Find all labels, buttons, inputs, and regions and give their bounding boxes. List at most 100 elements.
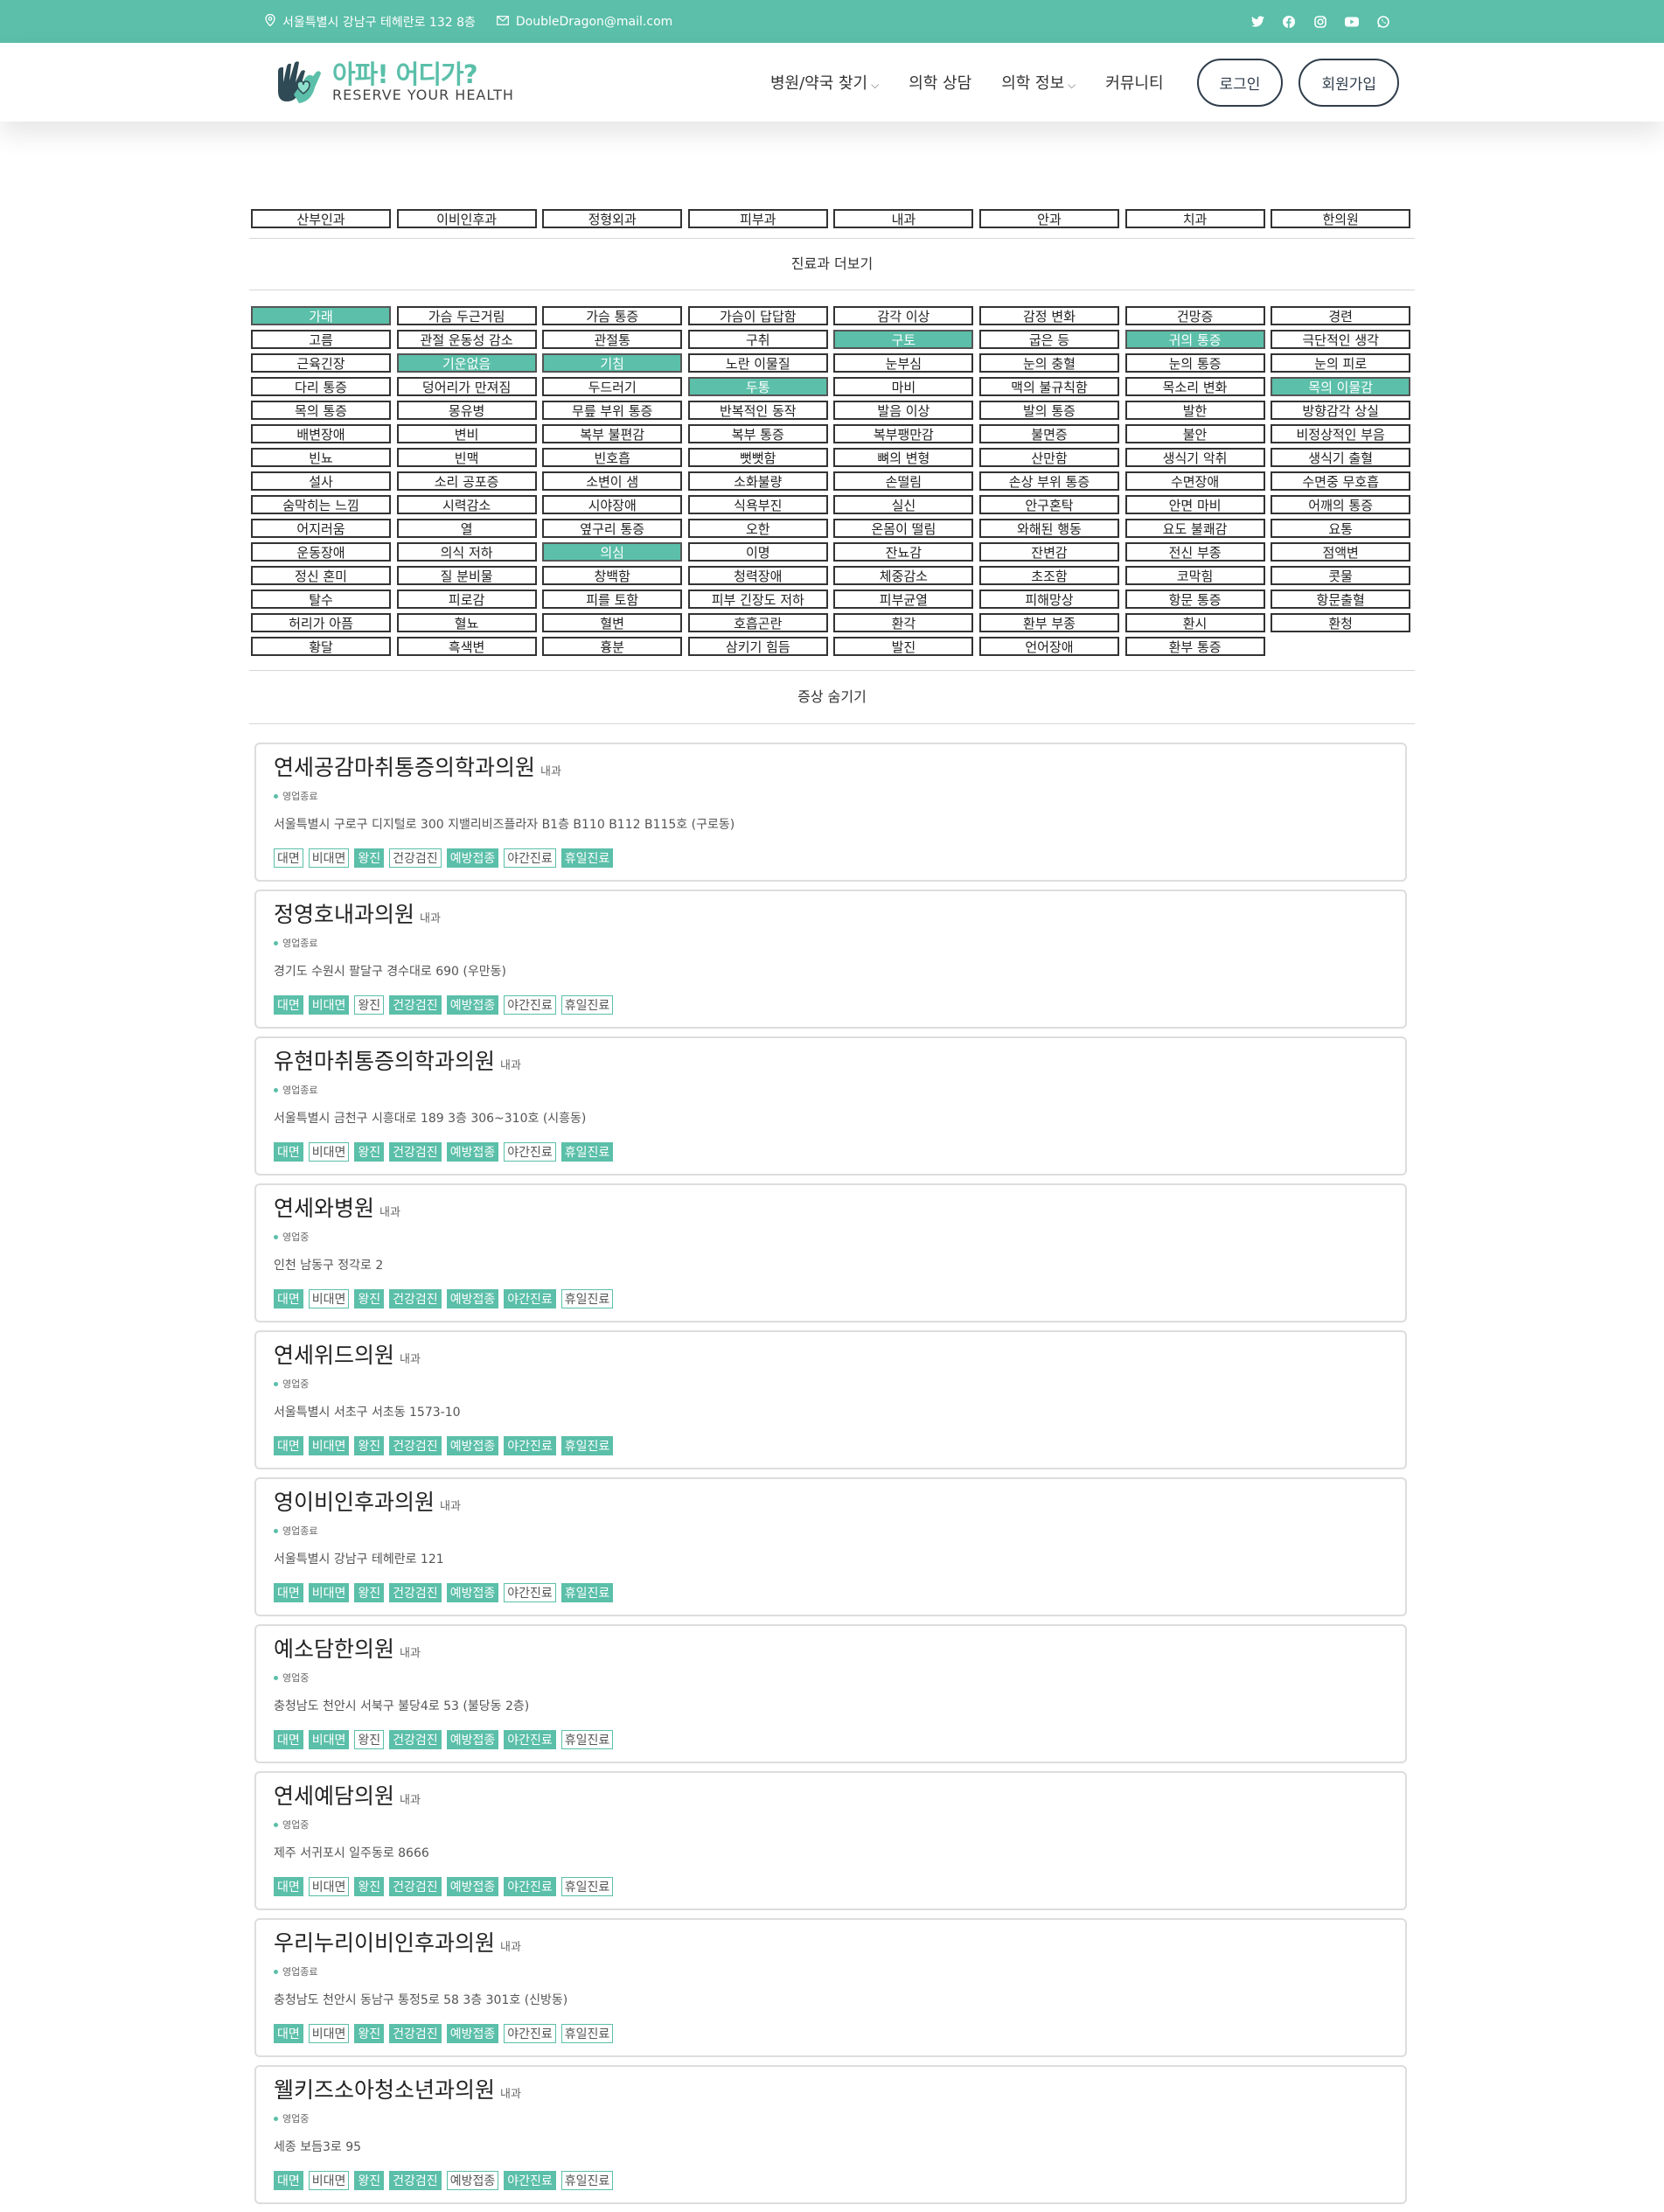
nav-medical-info[interactable]: 의학 정보 ⌵ bbox=[1001, 71, 1076, 94]
hospital-card[interactable]: 우리누리이비인후과의원 내과 영업종료 충청남도 천안시 동남구 통정5로 58 3층… bbox=[254, 1918, 1407, 2057]
symptom-chip[interactable]: 콧물 bbox=[1271, 566, 1411, 585]
symptom-chip[interactable]: 감정 변화 bbox=[978, 306, 1119, 325]
hospital-card[interactable]: 연세위드의원 내과 영업중 서울특별시 서초구 서초동 1573-10 대면 비대면 왕진 건… bbox=[254, 1330, 1407, 1469]
hospital-card[interactable]: 정영호내과의원 내과 영업종료 경기도 수원시 팔달구 경수대로 690 (우만동) 대… bbox=[254, 890, 1407, 1029]
symptom-chip[interactable]: 피로감 bbox=[396, 590, 537, 609]
symptom-chip[interactable]: 복부 통증 bbox=[687, 424, 828, 443]
symptom-chip[interactable]: 흑색변 bbox=[396, 637, 537, 656]
department-chip[interactable]: 산부인과 bbox=[251, 209, 391, 228]
symptom-chip[interactable]: 초조함 bbox=[978, 566, 1119, 585]
symptom-chip[interactable]: 생식기 출혈 bbox=[1271, 448, 1411, 467]
department-chip[interactable]: 내과 bbox=[833, 209, 974, 228]
symptom-chip[interactable]: 손떨림 bbox=[833, 471, 974, 491]
symptom-chip[interactable]: 운동장애 bbox=[251, 542, 391, 562]
symptom-chip[interactable]: 혈변 bbox=[542, 613, 683, 632]
symptom-chip[interactable]: 어지러움 bbox=[251, 519, 391, 538]
login-button[interactable]: 로그인 bbox=[1196, 58, 1284, 107]
symptom-chip[interactable]: 체중감소 bbox=[833, 566, 974, 585]
department-chip[interactable]: 한의원 bbox=[1271, 209, 1411, 228]
symptom-chip[interactable]: 두통 bbox=[687, 377, 828, 396]
department-chip[interactable]: 피부과 bbox=[687, 209, 828, 228]
symptom-chip[interactable]: 귀의 통증 bbox=[1124, 330, 1265, 349]
hospital-card[interactable]: 연세와병원 내과 영업중 인천 남동구 정각로 2 대면 비대면 왕진 건강검진 예방접종 야간진… bbox=[254, 1183, 1407, 1322]
hospital-name[interactable]: 예소담한의원 bbox=[274, 1636, 394, 1662]
symptom-chip[interactable]: 점액변 bbox=[1271, 542, 1411, 562]
symptom-chip[interactable]: 소리 공포증 bbox=[396, 471, 537, 491]
symptom-chip[interactable]: 마비 bbox=[833, 377, 974, 396]
nav-medical-consult[interactable]: 의학 상담 bbox=[909, 71, 971, 94]
hospital-card[interactable]: 유현마취통증의학과의원 내과 영업종료 서울특별시 금천구 시흥대로 189 3층 3… bbox=[254, 1036, 1407, 1176]
symptom-chip[interactable]: 전신 부종 bbox=[1124, 542, 1265, 562]
symptom-chip[interactable]: 숨막히는 느낌 bbox=[251, 495, 391, 514]
symptom-chip[interactable]: 질 분비물 bbox=[396, 566, 537, 585]
symptom-chip[interactable]: 잔뇨감 bbox=[833, 542, 974, 562]
symptom-chip[interactable]: 호흡곤란 bbox=[687, 613, 828, 632]
symptom-chip[interactable]: 와해된 행동 bbox=[978, 519, 1119, 538]
symptom-chip[interactable]: 소변이 샘 bbox=[542, 471, 683, 491]
hospital-card[interactable]: 연세예담의원 내과 영업중 제주 서귀포시 일주동로 8666 대면 비대면 왕진 건강검진 예… bbox=[254, 1771, 1407, 1910]
symptom-chip[interactable]: 항문출혈 bbox=[1271, 590, 1411, 609]
symptom-chip[interactable]: 눈의 피로 bbox=[1271, 353, 1411, 373]
symptom-chip[interactable]: 피해망상 bbox=[978, 590, 1119, 609]
symptom-chip[interactable]: 근육긴장 bbox=[251, 353, 391, 373]
symptom-chip[interactable]: 발한 bbox=[1124, 401, 1265, 420]
symptom-chip[interactable]: 식욕부진 bbox=[687, 495, 828, 514]
symptom-chip[interactable]: 환시 bbox=[1124, 613, 1265, 632]
hospital-name[interactable]: 정영호내과의원 bbox=[274, 902, 414, 927]
whatsapp-icon[interactable] bbox=[1376, 15, 1390, 29]
symptom-chip[interactable]: 손상 부위 통증 bbox=[978, 471, 1119, 491]
symptom-chip[interactable]: 환각 bbox=[833, 613, 974, 632]
nav-community[interactable]: 커뮤니티 bbox=[1105, 71, 1163, 94]
hospital-name[interactable]: 웰키즈소아청소년과의원 bbox=[274, 2077, 495, 2103]
symptom-chip[interactable]: 항문 통증 bbox=[1124, 590, 1265, 609]
symptom-chip[interactable]: 의식 저하 bbox=[396, 542, 537, 562]
symptom-chip[interactable]: 무릎 부위 통증 bbox=[542, 401, 683, 420]
symptom-chip[interactable]: 복부팽만감 bbox=[833, 424, 974, 443]
hospital-card[interactable]: 웰키즈소아청소년과의원 내과 영업중 세종 보듬3로 95 대면 비대면 왕진 건강검진 예방접… bbox=[254, 2065, 1407, 2204]
hospital-card[interactable]: 연세공감마취통증의학과의원 내과 영업종료 서울특별시 구로구 디지털로 300 지밸… bbox=[254, 743, 1407, 882]
symptom-chip[interactable]: 가슴 통증 bbox=[542, 306, 683, 325]
symptom-chip[interactable]: 발진 bbox=[833, 637, 974, 656]
symptom-chip[interactable]: 구취 bbox=[687, 330, 828, 349]
symptom-chip[interactable]: 감각 이상 bbox=[833, 306, 974, 325]
hospital-name[interactable]: 연세예담의원 bbox=[274, 1783, 394, 1809]
symptom-chip[interactable]: 눈부심 bbox=[833, 353, 974, 373]
hospital-name[interactable]: 연세공감마취통증의학과의원 bbox=[274, 755, 535, 780]
symptom-chip[interactable]: 빈맥 bbox=[396, 448, 537, 467]
symptom-chip[interactable]: 기운없음 bbox=[396, 353, 537, 373]
twitter-icon[interactable] bbox=[1250, 15, 1264, 29]
symptom-chip[interactable]: 삼키기 힘듬 bbox=[687, 637, 828, 656]
symptom-chip[interactable]: 옆구리 통증 bbox=[542, 519, 683, 538]
department-chip[interactable]: 치과 bbox=[1124, 209, 1265, 228]
department-chip[interactable]: 정형외과 bbox=[542, 209, 683, 228]
symptom-chip[interactable]: 시력감소 bbox=[396, 495, 537, 514]
symptom-chip[interactable]: 반복적인 동작 bbox=[687, 401, 828, 420]
symptom-chip[interactable]: 열 bbox=[396, 519, 537, 538]
symptom-chip[interactable]: 빈뇨 bbox=[251, 448, 391, 467]
hospital-card[interactable]: 영이비인후과의원 내과 영업종료 서울특별시 강남구 테헤란로 121 대면 비대면 왕진 건… bbox=[254, 1477, 1407, 1616]
hospital-name[interactable]: 영이비인후과의원 bbox=[274, 1490, 435, 1515]
symptom-chip[interactable]: 관절통 bbox=[542, 330, 683, 349]
hospital-card[interactable]: 예소담한의원 내과 영업중 충청남도 천안시 서북구 불당4로 53 (불당동 2층)… bbox=[254, 1624, 1407, 1763]
hospital-name[interactable]: 우리누리이비인후과의원 bbox=[274, 1930, 495, 1956]
symptom-chip[interactable]: 가슴 두근거림 bbox=[396, 306, 537, 325]
email-text[interactable]: DoubleDragon@mail.com bbox=[516, 15, 672, 29]
symptom-chip[interactable]: 복부 불편감 bbox=[542, 424, 683, 443]
symptom-chip[interactable]: 환부 부종 bbox=[978, 613, 1119, 632]
symptom-chip[interactable]: 청력장애 bbox=[687, 566, 828, 585]
symptom-chip[interactable]: 건망증 bbox=[1124, 306, 1265, 325]
symptom-chip[interactable]: 시야장애 bbox=[542, 495, 683, 514]
email-info[interactable]: DoubleDragon@mail.com bbox=[496, 15, 672, 29]
site-logo[interactable]: 아파! 어디가? RESERVE YOUR HEALTH bbox=[271, 56, 514, 108]
symptom-chip[interactable]: 안면 마비 bbox=[1124, 495, 1265, 514]
symptom-chip[interactable]: 오한 bbox=[687, 519, 828, 538]
signup-button[interactable]: 회원가입 bbox=[1298, 58, 1399, 107]
instagram-icon[interactable] bbox=[1313, 15, 1327, 29]
youtube-icon[interactable] bbox=[1345, 15, 1359, 29]
symptom-chip[interactable]: 목의 이물감 bbox=[1271, 377, 1411, 396]
symptom-chip[interactable]: 덩어리가 만져짐 bbox=[396, 377, 537, 396]
symptom-chip[interactable]: 구토 bbox=[833, 330, 974, 349]
symptom-chip[interactable]: 변비 bbox=[396, 424, 537, 443]
hospital-name[interactable]: 연세위드의원 bbox=[274, 1343, 394, 1368]
symptom-chip[interactable]: 황달 bbox=[251, 637, 391, 656]
